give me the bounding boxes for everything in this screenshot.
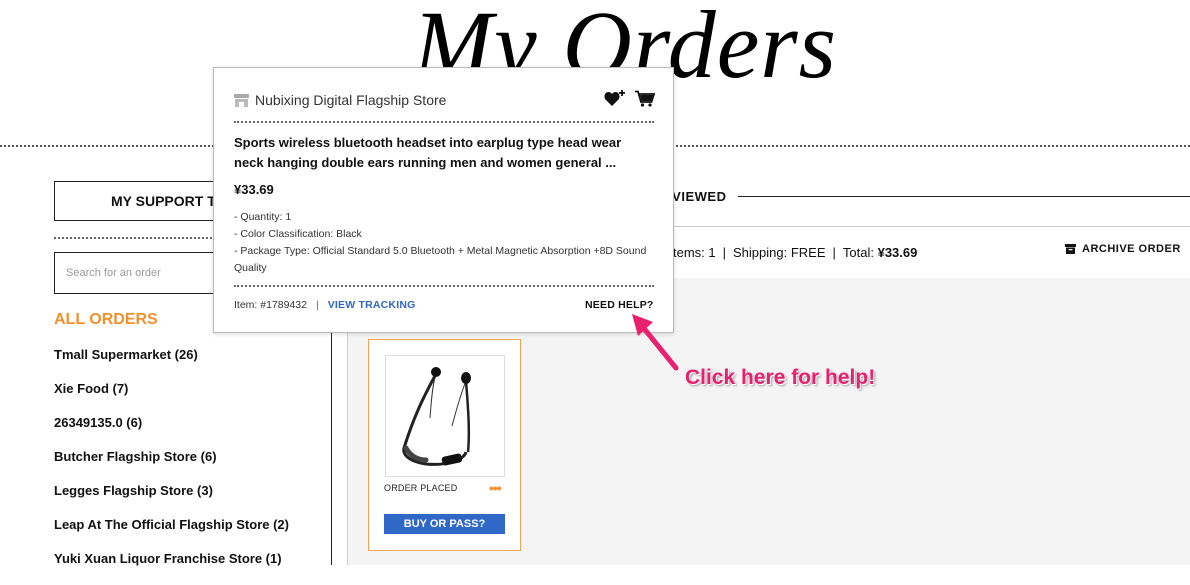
popup-product-title[interactable]: Sports wireless bluetooth headset into e… bbox=[234, 133, 654, 173]
store-icon bbox=[234, 93, 249, 107]
more-options-icon[interactable]: ••• bbox=[489, 480, 502, 496]
popup-product-details: - Quantity: 1 - Color Classification: Bl… bbox=[234, 209, 659, 277]
view-tracking-link[interactable]: VIEW TRACKING bbox=[328, 299, 416, 311]
total-value: ¥33.69 bbox=[877, 245, 918, 260]
shipping-value: FREE bbox=[790, 245, 826, 260]
popup-footer: Item: #1789432 | VIEW TRACKING bbox=[234, 299, 415, 311]
popup-divider bbox=[234, 285, 654, 287]
annotation-arrow-icon bbox=[632, 314, 679, 371]
popup-action-icons bbox=[604, 90, 655, 107]
total-label: Total: bbox=[842, 245, 878, 260]
popup-store-header[interactable]: Nubixing Digital Flagship Store bbox=[234, 92, 446, 108]
items-count: tems: 1 bbox=[673, 245, 716, 260]
archive-order-label: ARCHIVE ORDER bbox=[1082, 243, 1181, 255]
buy-or-pass-button[interactable]: BUY OR PASS? bbox=[384, 514, 505, 534]
detail-package-type: - Package Type: Official Standard 5.0 Bl… bbox=[234, 245, 647, 274]
all-orders-link[interactable]: ALL ORDERS bbox=[54, 311, 158, 329]
store-filter-item[interactable]: Leap At The Official Flagship Store (2) bbox=[54, 517, 289, 551]
neckband-headphones-image bbox=[402, 367, 471, 466]
archive-box-icon bbox=[1065, 244, 1076, 254]
store-filter-item[interactable]: Yuki Xuan Liquor Franchise Store (1) bbox=[54, 551, 289, 585]
order-status-label: ORDER PLACED bbox=[384, 483, 458, 493]
product-image[interactable] bbox=[385, 355, 505, 477]
order-product-card: ORDER PLACED ••• BUY OR PASS? bbox=[368, 339, 521, 551]
store-filter-item[interactable]: Tmall Supermarket (26) bbox=[54, 347, 289, 381]
add-to-cart-icon[interactable] bbox=[635, 90, 655, 107]
popup-product-price: ¥33.69 bbox=[234, 182, 274, 197]
popup-divider bbox=[234, 121, 654, 123]
store-filter-item[interactable]: Legges Flagship Store (3) bbox=[54, 483, 289, 517]
store-filter-item[interactable]: 26349135.0 (6) bbox=[54, 415, 289, 449]
detail-quantity: - Quantity: 1 bbox=[234, 211, 292, 223]
store-filter-list: Tmall Supermarket (26) Xie Food (7) 2634… bbox=[54, 347, 289, 585]
store-filter-item[interactable]: Xie Food (7) bbox=[54, 381, 289, 415]
archive-order-button[interactable]: ARCHIVE ORDER bbox=[1065, 243, 1181, 255]
popup-store-name: Nubixing Digital Flagship Store bbox=[255, 92, 447, 108]
detail-color: - Color Classification: Black bbox=[234, 228, 362, 240]
sidebar-border bbox=[331, 300, 332, 565]
item-number: Item: #1789432 bbox=[234, 299, 307, 311]
add-to-wishlist-icon[interactable] bbox=[604, 90, 625, 107]
footer-separator: | bbox=[315, 299, 319, 311]
shipping-label: Shipping: bbox=[733, 245, 791, 260]
order-summary: tems: 1 | Shipping: FREE | Total: ¥33.69 bbox=[673, 245, 918, 260]
store-filter-item[interactable]: Butcher Flagship Store (6) bbox=[54, 449, 289, 483]
order-detail-popup: Nubixing Digital Flagship Store Sports w… bbox=[213, 67, 674, 333]
tab-underline bbox=[738, 196, 1190, 197]
annotation-callout: Click here for help! bbox=[685, 366, 876, 389]
